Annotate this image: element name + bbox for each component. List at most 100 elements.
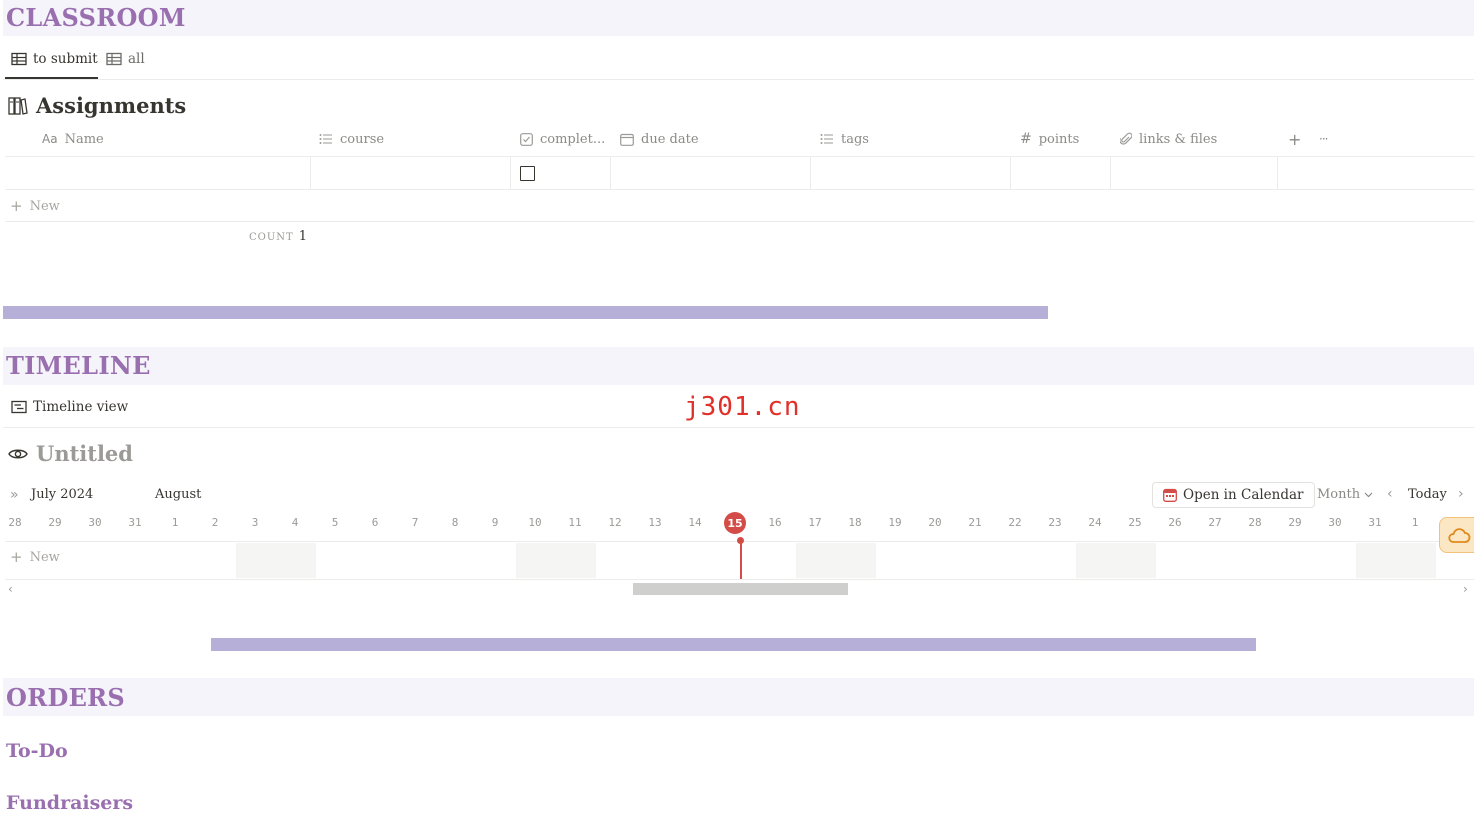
column-label: points	[1038, 131, 1080, 147]
date-label: 23	[1048, 516, 1062, 529]
timeline-bottom-divider	[5, 579, 1474, 580]
date-label: 28	[8, 516, 22, 529]
next-month-label: August	[155, 487, 202, 502]
timeline-new-button[interactable]: + New	[10, 548, 60, 566]
cell-divider	[310, 157, 311, 189]
date-label: 18	[848, 516, 862, 529]
range-label: Month	[1317, 487, 1361, 502]
today-line-dot	[737, 537, 744, 544]
weekend-shade	[516, 543, 596, 578]
date-label: 16	[768, 516, 782, 529]
cell-divider	[510, 157, 511, 189]
count-label: COUNT	[249, 232, 294, 243]
watermark: j301.cn	[684, 392, 801, 422]
untitled-title[interactable]: Untitled	[8, 441, 133, 466]
column-label: due date	[641, 131, 699, 147]
column-label: course	[340, 131, 385, 147]
date-label: 26	[1168, 516, 1182, 529]
cell-divider	[610, 157, 611, 189]
date-label: 21	[968, 516, 982, 529]
column-name[interactable]: Aa Name	[42, 129, 104, 149]
complete-checkbox[interactable]	[520, 166, 535, 181]
horizontal-scrollbar[interactable]	[633, 583, 848, 595]
date-label: 9	[491, 516, 499, 529]
tab-label: Timeline view	[33, 399, 129, 415]
paperclip-icon	[1120, 132, 1132, 145]
plus-icon: +	[10, 548, 23, 566]
date-label: 27	[1208, 516, 1222, 529]
date-label: 8	[451, 516, 459, 529]
hash-icon: #	[1020, 131, 1032, 147]
column-due-date[interactable]: due date	[620, 129, 699, 149]
date-label: 22	[1008, 516, 1022, 529]
open-in-calendar-button[interactable]: Open in Calendar	[1152, 482, 1315, 508]
add-column-button[interactable]: +	[1288, 129, 1301, 149]
weekend-shade	[1076, 543, 1156, 578]
classroom-title: CLASSROOM	[6, 3, 186, 32]
scroll-left-arrow[interactable]: ‹	[8, 582, 13, 596]
row-divider	[5, 189, 1474, 190]
divider-strip	[211, 638, 1256, 651]
date-label: 12	[608, 516, 622, 529]
fundraisers-heading[interactable]: Fundraisers	[6, 792, 133, 814]
expand-sidebar-icon[interactable]: »	[10, 487, 19, 503]
date-label: 17	[808, 516, 822, 529]
header-row-divider	[5, 156, 1474, 157]
current-month-label: July 2024	[31, 487, 94, 502]
orders-header-bar	[3, 678, 1474, 716]
column-course[interactable]: course	[319, 129, 384, 149]
weekend-shade	[1356, 543, 1436, 578]
date-label: 5	[331, 516, 339, 529]
date-label: 7	[411, 516, 419, 529]
tab-timeline-view[interactable]: Timeline view	[11, 399, 128, 415]
column-complete[interactable]: complet...	[520, 129, 605, 149]
calendar-icon	[1163, 488, 1177, 502]
date-label: 2	[211, 516, 219, 529]
date-label: 24	[1088, 516, 1102, 529]
assignments-title[interactable]: Assignments	[8, 93, 186, 118]
divider-strip	[3, 306, 1048, 319]
list-icon	[820, 134, 833, 144]
prev-button[interactable]: ‹	[1387, 486, 1393, 502]
todo-heading[interactable]: To-Do	[6, 740, 68, 762]
next-button[interactable]: ›	[1458, 486, 1464, 502]
chevron-down-icon	[1364, 492, 1373, 497]
date-label: 30	[1328, 516, 1342, 529]
new-label: New	[29, 549, 60, 565]
table-icon	[11, 52, 27, 66]
weekend-shade	[236, 543, 316, 578]
date-label: 29	[48, 516, 62, 529]
cloud-sync-button[interactable]	[1439, 517, 1474, 553]
date-label: 30	[88, 516, 102, 529]
date-label: 10	[528, 516, 542, 529]
column-points[interactable]: # points	[1020, 129, 1079, 149]
count-aggregate[interactable]: COUNT 1	[249, 229, 307, 244]
today-marker: 15	[724, 512, 746, 534]
column-links-files[interactable]: links & files	[1120, 129, 1217, 149]
more-options-button[interactable]: ···	[1319, 129, 1329, 149]
tabs-divider	[3, 427, 1474, 428]
eye-icon	[8, 449, 28, 458]
cloud-icon	[1448, 528, 1471, 543]
column-label: tags	[841, 131, 869, 147]
date-label: 14	[688, 516, 702, 529]
column-label: Name	[64, 131, 104, 147]
date-label: 29	[1288, 516, 1302, 529]
date-label: 31	[1368, 516, 1382, 529]
date-label: 31	[128, 516, 142, 529]
range-select[interactable]: Month	[1317, 487, 1373, 502]
cell-divider	[1110, 157, 1111, 189]
tab-to-submit[interactable]: to submit	[11, 51, 98, 67]
scroll-right-arrow[interactable]: ›	[1463, 582, 1468, 596]
date-label: 1	[171, 516, 179, 529]
footer-divider	[5, 221, 1474, 222]
today-button[interactable]: Today	[1408, 487, 1447, 502]
date-label: 28	[1248, 516, 1262, 529]
column-tags[interactable]: tags	[820, 129, 869, 149]
tab-all[interactable]: all	[106, 51, 145, 67]
date-label: 4	[291, 516, 299, 529]
weekend-shade	[796, 543, 876, 578]
column-label: links & files	[1139, 131, 1218, 147]
new-row-button[interactable]: + New	[10, 197, 60, 215]
timeline-icon	[11, 400, 27, 414]
